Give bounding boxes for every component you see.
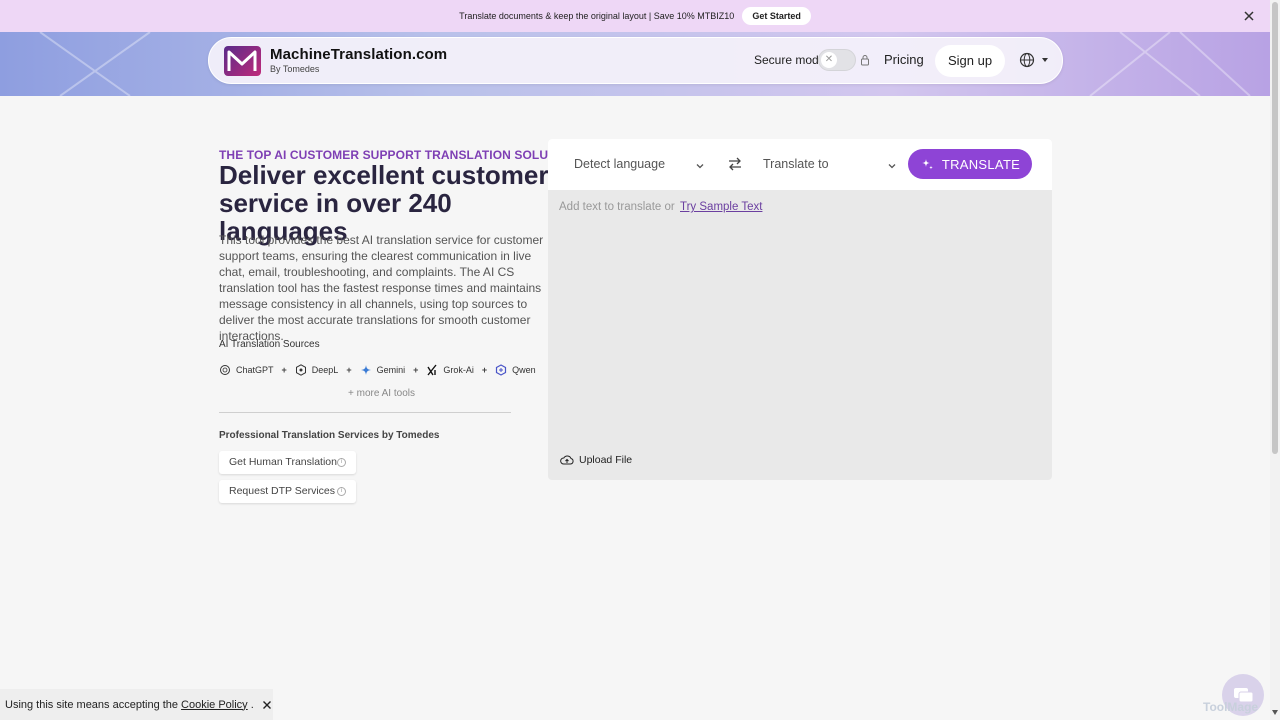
- close-icon[interactable]: [262, 700, 272, 710]
- get-human-translation-button[interactable]: Get Human Translation i: [219, 451, 356, 474]
- navbar: MachineTranslation.com By Tomedes Secure…: [208, 37, 1063, 84]
- sources-list: ChatGPT + DeepL + Gemini + Grok-Ai + Qwe…: [219, 362, 549, 378]
- qwen-icon: [496, 364, 507, 376]
- pricing-link[interactable]: Pricing: [884, 52, 924, 67]
- plus-separator: +: [346, 365, 352, 375]
- divider: [219, 412, 511, 413]
- promo-message: Translate documents & keep the original …: [459, 11, 735, 21]
- cookie-policy-link[interactable]: Cookie Policy: [181, 699, 248, 711]
- source-chatgpt: ChatGPT: [219, 364, 274, 376]
- source-label: DeepL: [311, 365, 339, 375]
- brand-by: By Tomedes: [270, 64, 320, 74]
- language-globe-icon[interactable]: [1019, 52, 1049, 68]
- chevron-down-icon[interactable]: [887, 161, 897, 171]
- grok-icon: [427, 364, 437, 376]
- source-language-select[interactable]: Detect language: [574, 157, 665, 171]
- cloud-upload-icon: [560, 455, 574, 465]
- hero-description: This tool provides the best AI translati…: [219, 233, 544, 343]
- get-started-button[interactable]: Get Started: [742, 7, 811, 25]
- info-icon[interactable]: i: [337, 487, 346, 496]
- cookie-text: Using this site means accepting the: [5, 698, 179, 711]
- source-label: ChatGPT: [236, 365, 274, 375]
- info-icon[interactable]: i: [337, 458, 346, 467]
- scroll-down-arrow-icon[interactable]: [1272, 710, 1278, 715]
- more-ai-tools-link[interactable]: + more AI tools: [348, 388, 415, 399]
- pro-services-title: Professional Translation Services by Tom…: [219, 430, 440, 441]
- source-gemini: Gemini: [360, 364, 406, 376]
- source-label: Qwen: [512, 365, 536, 375]
- cookie-suffix: .: [250, 698, 254, 711]
- chevron-down-icon[interactable]: [695, 161, 705, 171]
- source-grok: Grok-Ai: [426, 364, 474, 376]
- watermark: ToolMage: [1203, 700, 1259, 714]
- request-dtp-services-button[interactable]: Request DTP Services i: [219, 480, 356, 503]
- plus-separator: +: [281, 365, 287, 375]
- secure-mode-label: Secure mode: [754, 53, 826, 67]
- source-label: Grok-Ai: [443, 365, 474, 375]
- lock-icon: [861, 55, 869, 66]
- sparkle-icon: [921, 159, 933, 170]
- translator-toolbar: Detect language Translate to TRANSLATE: [548, 139, 1052, 190]
- translate-button-label: TRANSLATE: [941, 156, 1021, 172]
- toggle-off-icon: ✕: [821, 52, 837, 68]
- brand-name: MachineTranslation.com: [270, 46, 448, 63]
- source-text-placeholder[interactable]: Add text to translate or: [559, 201, 675, 213]
- sources-title: AI Translation Sources: [219, 339, 320, 350]
- plus-separator: +: [481, 365, 488, 375]
- source-deepl: DeepL: [295, 364, 339, 376]
- cookie-notice: Using this site means accepting the Cook…: [0, 689, 273, 720]
- source-label: Gemini: [376, 365, 406, 375]
- try-sample-text-link[interactable]: Try Sample Text: [680, 201, 762, 213]
- upload-file-button[interactable]: Upload File: [560, 454, 632, 466]
- plus-separator: +: [413, 365, 419, 375]
- button-label: Get Human Translation: [229, 456, 337, 468]
- chatgpt-icon: [220, 365, 230, 375]
- promo-banner: Translate documents & keep the original …: [0, 0, 1270, 32]
- brand-logo-icon[interactable]: [224, 46, 261, 76]
- signup-button[interactable]: Sign up: [935, 45, 1005, 77]
- close-icon[interactable]: [1242, 9, 1256, 23]
- scrollbar-thumb[interactable]: [1272, 2, 1278, 454]
- upload-file-label: Upload File: [579, 454, 633, 466]
- swap-languages-icon[interactable]: [727, 156, 743, 172]
- gemini-icon: [360, 365, 371, 375]
- source-qwen: Qwen: [495, 364, 536, 376]
- brand[interactable]: MachineTranslation.com By Tomedes: [270, 46, 447, 74]
- button-label: Request DTP Services: [229, 485, 336, 497]
- scrollbar[interactable]: [1270, 0, 1280, 720]
- deepl-icon: [295, 364, 306, 376]
- translator-panel: Detect language Translate to TRANSLATE A…: [548, 139, 1052, 480]
- translate-button[interactable]: TRANSLATE: [908, 149, 1032, 179]
- target-language-select[interactable]: Translate to: [763, 157, 829, 171]
- secure-mode-toggle[interactable]: ✕: [818, 49, 856, 71]
